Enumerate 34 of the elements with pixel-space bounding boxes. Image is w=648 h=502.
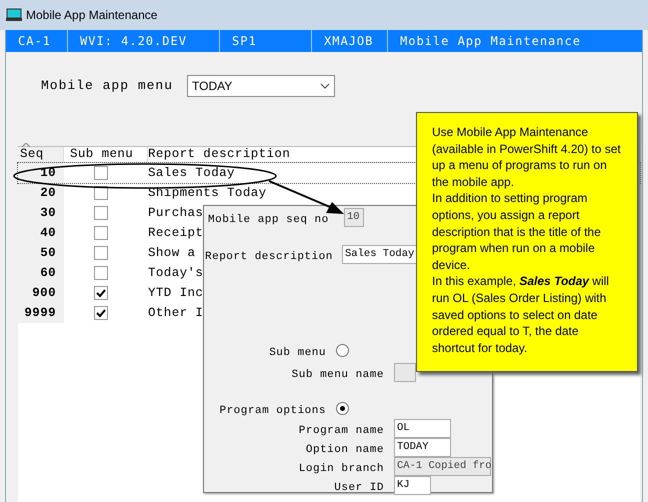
header-label: Mobile App Maintenance (400, 33, 581, 50)
table-cell-text: Receipt (148, 224, 204, 242)
field-label: Mobile app seq no (208, 214, 329, 226)
table-cell-text: Today's (148, 264, 204, 282)
callout-text: Use Mobile App Maintenance (available in PowerShift 4.20) to set up a menu of programs to run on the mobile app. (432, 124, 622, 190)
field-label: Report description (205, 250, 333, 262)
table-cell-text: 60 (40, 264, 56, 282)
table-cell-text: Show a (148, 244, 196, 262)
table-cell-text: 900 (32, 284, 56, 302)
field-label: Login branch (298, 462, 384, 474)
table-cell-text: 9999 (24, 304, 56, 322)
table-cell-text: 40 (40, 224, 56, 242)
header-label: SP1 (232, 33, 257, 50)
table-cell-text: 50 (40, 244, 56, 262)
window-title: Mobile App Maintenance (26, 7, 158, 24)
table-cell-text: Purchas (148, 204, 204, 222)
field-label: Mobile app menu (41, 77, 174, 96)
field-label: User ID (334, 482, 384, 494)
table-cell-text: 30 (40, 204, 56, 222)
header-label: CA-1 (18, 33, 51, 50)
table-cell-text: 20 (40, 184, 56, 202)
field-label: Sub menu (269, 346, 326, 358)
table-cell-text: Other I (148, 304, 204, 322)
table-cell-text: Shipments Today (148, 184, 267, 202)
callout-text: In this example, Sales Today will run OL (Sales Order Listing) with saved options to select on date ordered equal to T, the date shortcut for today. (432, 273, 610, 356)
header-label: WVI: 4.20.DEV (80, 33, 187, 50)
field-label: Program name (298, 424, 384, 436)
table-cell-text: YTD Inc (148, 284, 204, 302)
callout-text: In addition to setting program options, you assign a report description that is the title of the program when run on a mobile device. (432, 190, 602, 274)
field-label: Sub menu name (292, 368, 384, 380)
field-label: Program options (219, 404, 326, 416)
field-label: Option name (306, 444, 384, 456)
table-cell-text: Sales Today (148, 164, 235, 182)
header-label: XMAJOB (324, 33, 374, 50)
